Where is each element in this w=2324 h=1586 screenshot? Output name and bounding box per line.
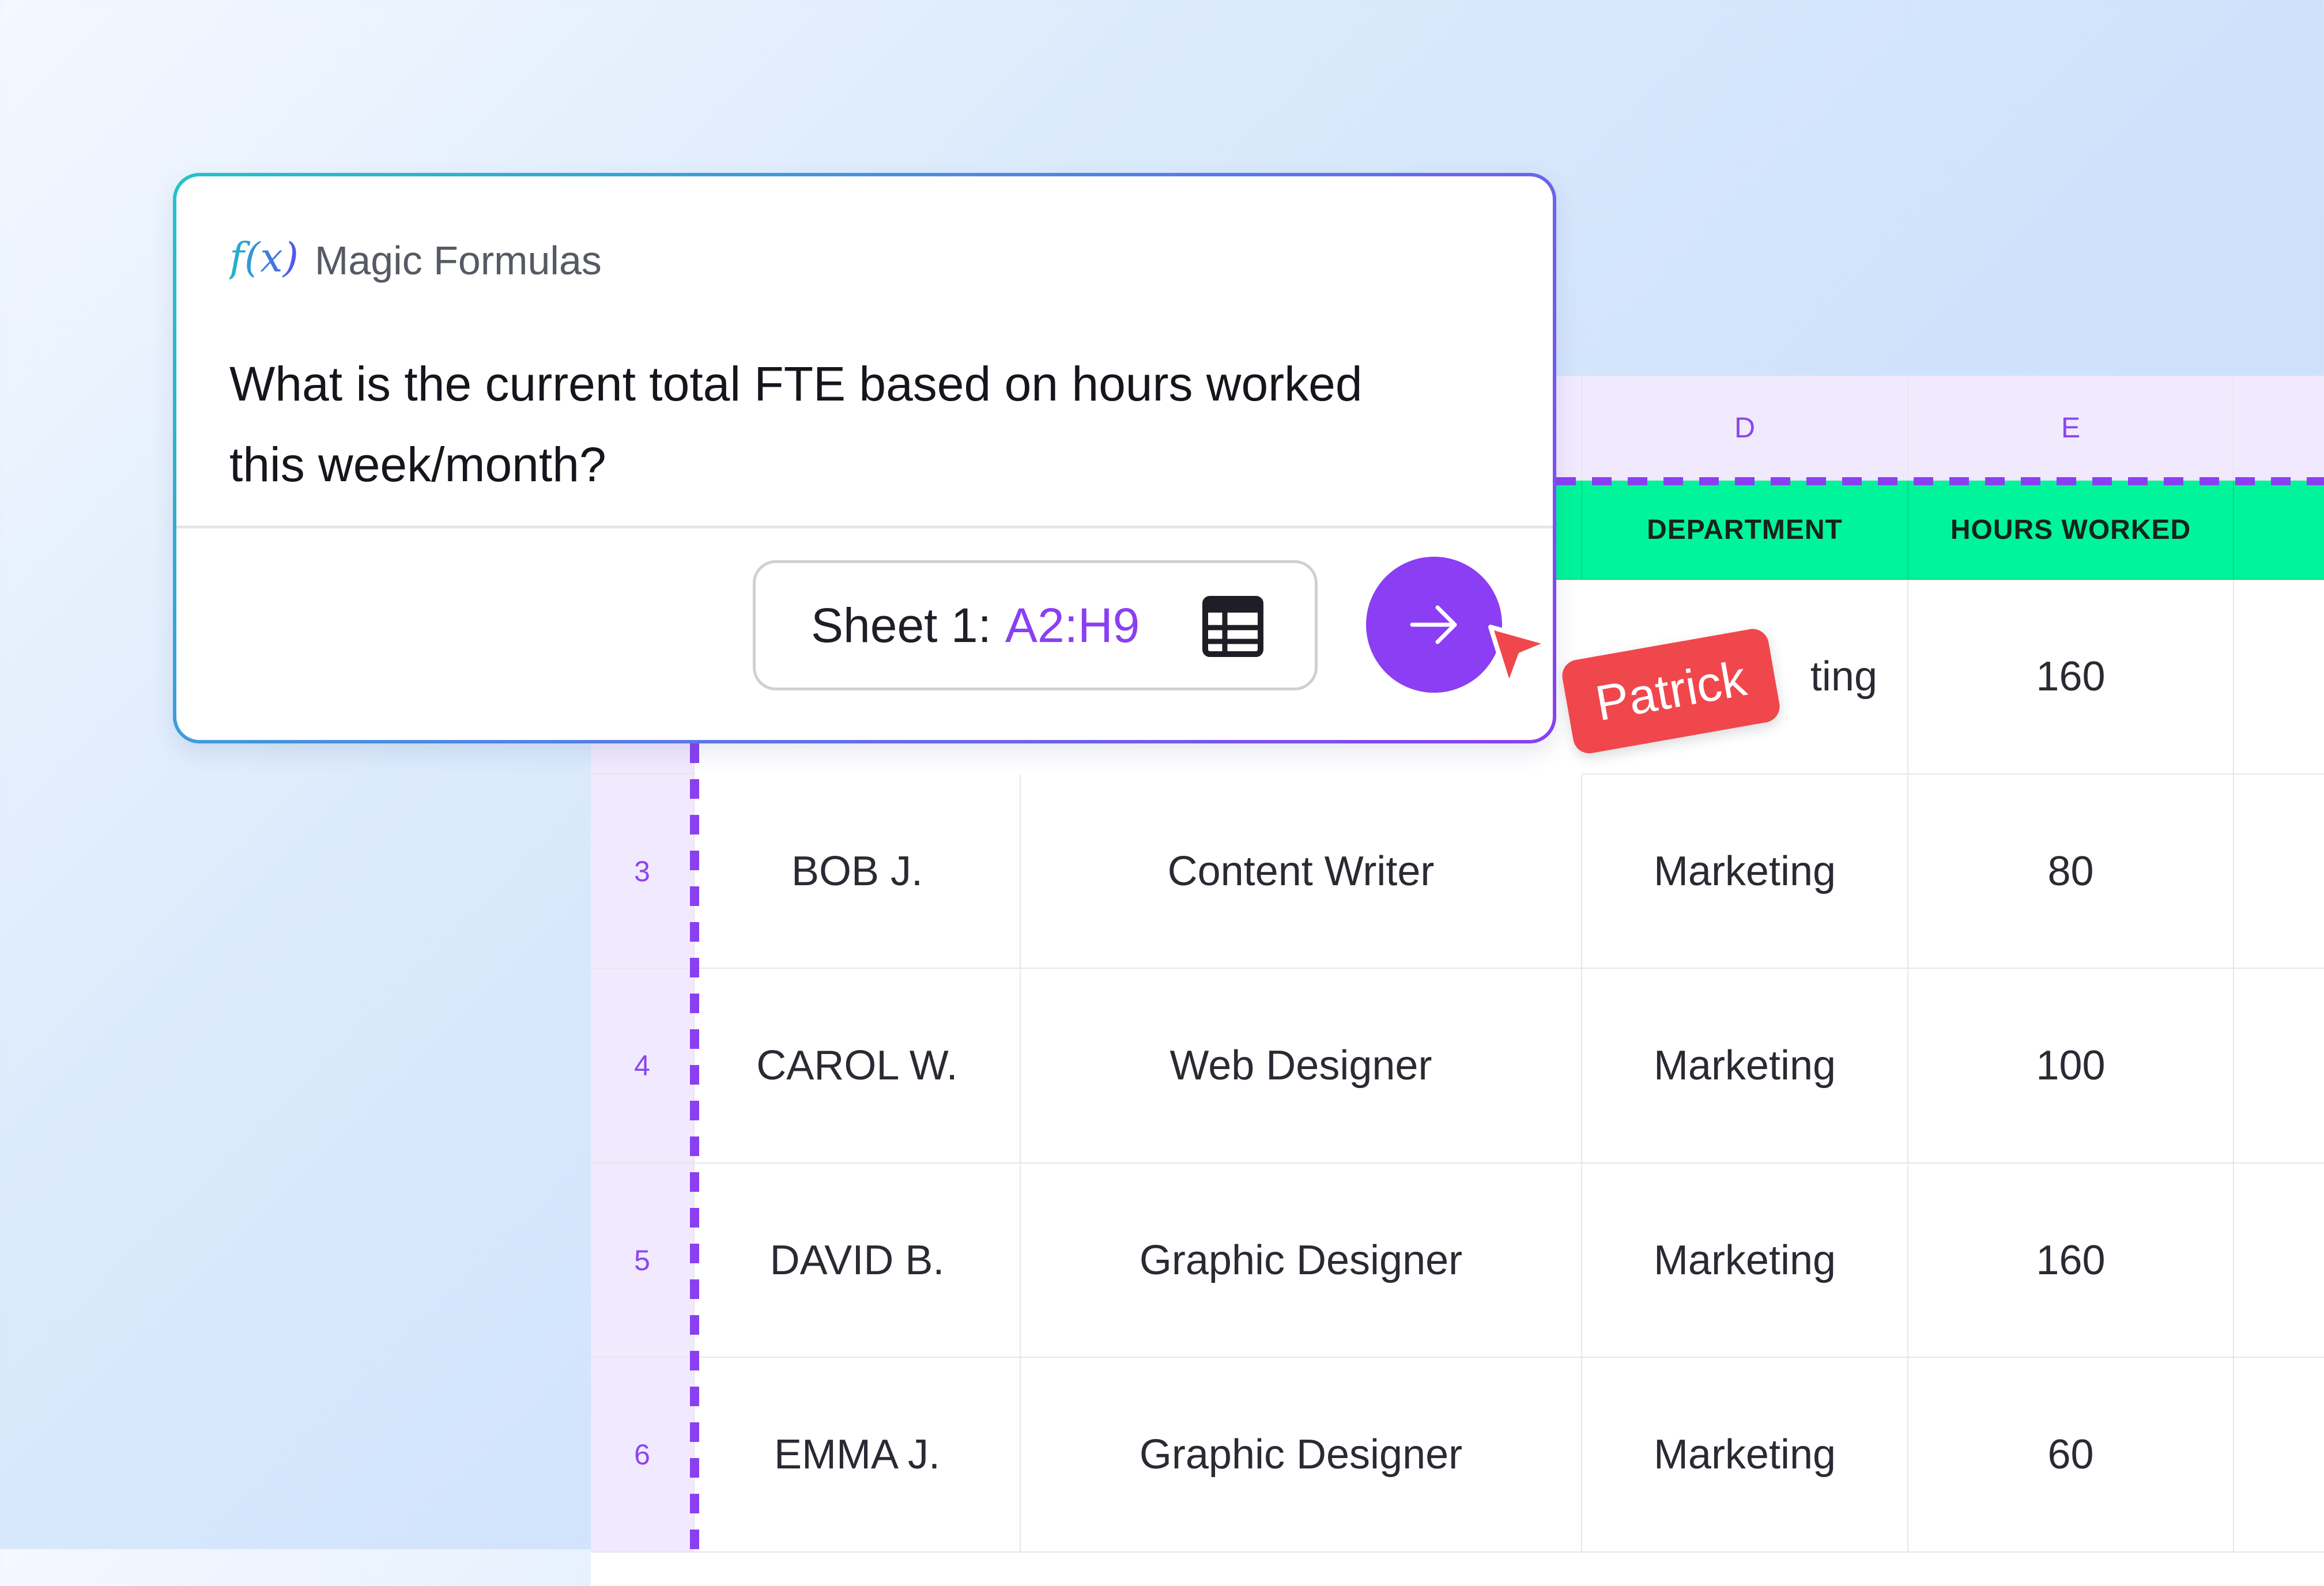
cursor-pointer-icon	[1486, 622, 1555, 700]
cell-hours-row6[interactable]: 60	[1908, 1358, 2234, 1553]
cell-name-row3[interactable]: BOB J.	[695, 775, 1021, 969]
prompt-question[interactable]: What is the current total FTE based on h…	[229, 343, 1440, 505]
column-header-d[interactable]: D	[1582, 376, 1908, 481]
column-header-f[interactable]	[2234, 376, 2324, 481]
cell-role-row5[interactable]: Graphic Designer	[1021, 1164, 1582, 1358]
cell-f-row3[interactable]	[2234, 775, 2324, 969]
row-header-5[interactable]: 5	[591, 1164, 695, 1358]
range-prefix: Sheet 1:	[811, 598, 991, 652]
header-cell-department[interactable]: DEPARTMENT	[1582, 481, 1908, 580]
cell-name-row5[interactable]: DAVID B.	[695, 1164, 1021, 1358]
cell-f-row5[interactable]	[2234, 1164, 2324, 1358]
cell-f-row2[interactable]	[2234, 580, 2324, 775]
cell-role-row3[interactable]: Content Writer	[1021, 775, 1582, 969]
cell-department-row4[interactable]: Marketing	[1582, 969, 1908, 1164]
cell-f-row4[interactable]	[2234, 969, 2324, 1164]
cell-department-row5[interactable]: Marketing	[1582, 1164, 1908, 1358]
cell-role-row4[interactable]: Web Designer	[1021, 969, 1582, 1164]
table-grid-icon[interactable]	[1202, 595, 1264, 669]
cell-name-row6[interactable]: EMMA J.	[695, 1358, 1021, 1553]
cell-name-row4[interactable]: CAROL W.	[695, 969, 1021, 1164]
cell-department-row3[interactable]: Marketing	[1582, 775, 1908, 969]
magic-formulas-card: f(x) Magic Formulas What is the current …	[173, 173, 1556, 743]
cell-department-row6[interactable]: Marketing	[1582, 1358, 1908, 1553]
cell-role-row6[interactable]: Graphic Designer	[1021, 1358, 1582, 1553]
cell-hours-row3[interactable]: 80	[1908, 775, 2234, 969]
cell-hours-row4[interactable]: 100	[1908, 969, 2234, 1164]
row-header-6[interactable]: 6	[591, 1358, 695, 1553]
range-value: A2:H9	[1005, 598, 1140, 652]
row-header-3[interactable]: 3	[591, 775, 695, 969]
column-header-e[interactable]: E	[1908, 376, 2234, 481]
cell-hours-row2[interactable]: 160	[1908, 580, 2234, 775]
header-cell-f[interactable]	[2234, 481, 2324, 580]
function-fx-icon: f(x)	[229, 234, 299, 281]
card-divider	[176, 526, 1553, 528]
arrow-right-icon	[1410, 605, 1457, 644]
header-cell-hours-worked[interactable]: HOURS WORKED	[1908, 481, 2234, 580]
send-button[interactable]	[1366, 557, 1502, 693]
cell-f-row6[interactable]	[2234, 1358, 2324, 1553]
cell-department-row2-text: ting	[1810, 654, 1877, 700]
range-selector[interactable]: Sheet 1: A2:H9	[753, 560, 1318, 690]
cell-hours-row5[interactable]: 160	[1908, 1164, 2234, 1358]
card-title: Magic Formulas	[315, 238, 602, 283]
magic-formulas-card-body: f(x) Magic Formulas What is the current …	[176, 176, 1553, 740]
selection-border-left	[690, 743, 699, 1550]
row-header-4[interactable]: 4	[591, 969, 695, 1164]
